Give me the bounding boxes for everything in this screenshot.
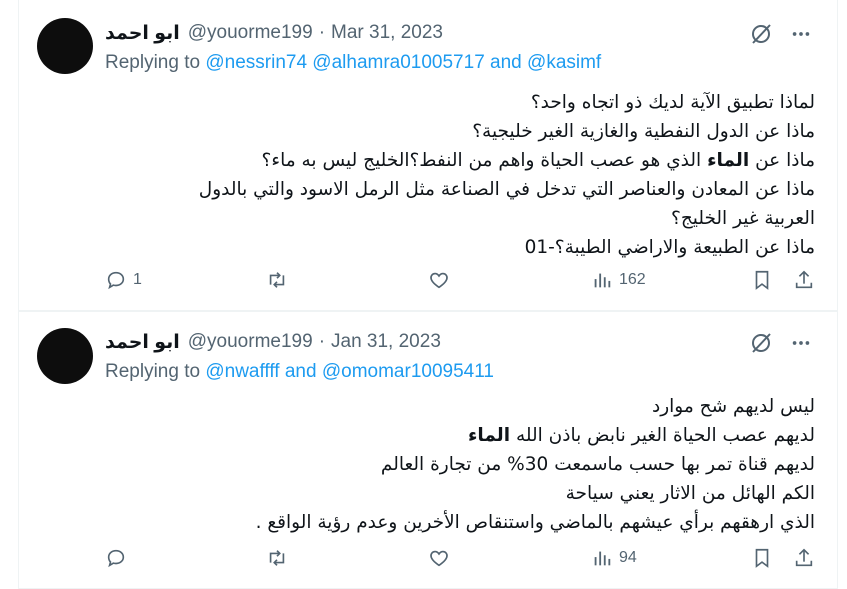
views-button[interactable]: 162 <box>591 266 646 294</box>
bookmark-button[interactable] <box>751 266 773 294</box>
and-word: and <box>490 52 522 73</box>
tweet[interactable]: ابو احمد @youorme199 · Mar 31, 2023 Repl… <box>18 0 838 311</box>
more-icon[interactable] <box>787 329 815 357</box>
reply-count: 1 <box>133 271 142 288</box>
retweet-icon <box>269 272 285 288</box>
mention-link[interactable]: @nessrin74 <box>205 52 307 73</box>
author-name[interactable]: ابو احمد <box>105 22 180 45</box>
text-line: ماذا عن الطبيعة والاراضي الطيبة؟-01 <box>524 237 815 258</box>
action-bar: 1 162 <box>105 266 817 294</box>
reply-button[interactable] <box>105 544 133 572</box>
author-handle[interactable]: @youorme199 <box>188 22 313 44</box>
author-name[interactable]: ابو احمد <box>105 331 180 354</box>
like-button[interactable] <box>427 544 451 572</box>
views-button[interactable]: 94 <box>591 544 637 572</box>
tweet-date[interactable]: Jan 31, 2023 <box>331 331 441 353</box>
tweet[interactable]: ابو احمد @youorme199 · Jan 31, 2023 Repl… <box>18 311 838 589</box>
text-line: لديهم عصب الحياة الغير نابض باذن الله ال… <box>115 421 815 450</box>
like-icon <box>430 550 448 567</box>
share-icon <box>795 270 813 289</box>
like-button[interactable] <box>427 266 451 294</box>
text-line: العربية غير الخليج؟ <box>671 208 815 229</box>
tweet-header: ابو احمد @youorme199 · Jan 31, 2023 <box>105 329 441 355</box>
replying-to: Replying to @nwaffff and @omomar10095411 <box>105 361 494 383</box>
text-line: ماذا عن الدول النفطية والغازية الغير خلي… <box>472 121 815 142</box>
tweet-date[interactable]: Mar 31, 2023 <box>331 22 443 44</box>
replying-prefix: Replying to <box>105 52 201 73</box>
reply-feed: ابو احمد @youorme199 · Mar 31, 2023 Repl… <box>0 0 847 589</box>
text-segment: لديهم عصب الحياة الغير نابض باذن الله <box>515 425 815 446</box>
avatar[interactable] <box>37 18 93 74</box>
view-count: 94 <box>619 549 637 566</box>
separator: · <box>318 22 326 43</box>
mention-link[interactable]: @omomar10095411 <box>322 361 494 382</box>
bookmark-icon <box>755 548 769 568</box>
bookmark-button[interactable] <box>751 544 773 572</box>
grok-icon[interactable] <box>747 20 775 48</box>
text-segment: الذي هو عصب الحياة واهم من النفط؟الخليج … <box>261 150 702 171</box>
replying-prefix: Replying to <box>105 361 201 382</box>
grok-icon[interactable] <box>747 329 775 357</box>
reply-icon <box>107 271 125 290</box>
tweet-text: ليس لديهم شح موارد لديهم عصب الحياة الغي… <box>115 392 815 537</box>
separator: · <box>318 331 326 352</box>
retweet-button[interactable] <box>265 544 289 572</box>
highlighted-word: الماء <box>467 425 511 446</box>
bookmark-icon <box>755 270 769 290</box>
reply-icon <box>107 549 125 568</box>
text-line: ماذا عن المعادن والعناصر التي تدخل في ال… <box>198 179 815 200</box>
retweet-icon <box>269 550 285 566</box>
tweet-header: ابو احمد @youorme199 · Mar 31, 2023 <box>105 20 443 46</box>
action-bar: 94 <box>105 544 817 572</box>
text-line: لماذا تطبيق الآية لديك ذو اتجاه واحد؟ <box>530 92 815 113</box>
tweet-text: لماذا تطبيق الآية لديك ذو اتجاه واحد؟ ما… <box>115 88 815 262</box>
like-icon <box>430 272 448 289</box>
text-line: الذي ارهقهم برأي عيشهم بالماضي واستنقاص … <box>255 512 815 533</box>
mention-link[interactable]: @kasimf <box>527 52 601 73</box>
mention-link[interactable]: @nwaffff <box>205 361 279 382</box>
text-line: الكم الهائل من الاثار يعني سياحة <box>565 483 815 504</box>
and-word: and <box>284 361 317 382</box>
mention-link[interactable]: @alhamra01005717 <box>312 52 484 73</box>
text-line: ماذا عن الماء الذي هو عصب الحياة واهم من… <box>115 146 815 175</box>
replying-to: Replying to @nessrin74 @alhamra01005717 … <box>105 52 601 74</box>
view-count: 162 <box>619 271 646 288</box>
avatar[interactable] <box>37 328 93 384</box>
text-line: لديهم قناة تمر بها حسب ماسمعت 30% من تجا… <box>380 454 815 475</box>
text-line: ليس لديهم شح موارد <box>651 396 815 417</box>
text-segment: ماذا عن <box>755 150 815 171</box>
highlighted-word: الماء <box>707 150 750 171</box>
share-button[interactable] <box>793 266 815 294</box>
reply-button[interactable]: 1 <box>105 266 142 294</box>
more-icon[interactable] <box>787 20 815 48</box>
share-button[interactable] <box>793 544 815 572</box>
share-icon <box>795 548 813 567</box>
retweet-button[interactable] <box>265 266 289 294</box>
author-handle[interactable]: @youorme199 <box>188 331 313 353</box>
views-icon <box>594 551 611 566</box>
views-icon <box>594 273 611 288</box>
